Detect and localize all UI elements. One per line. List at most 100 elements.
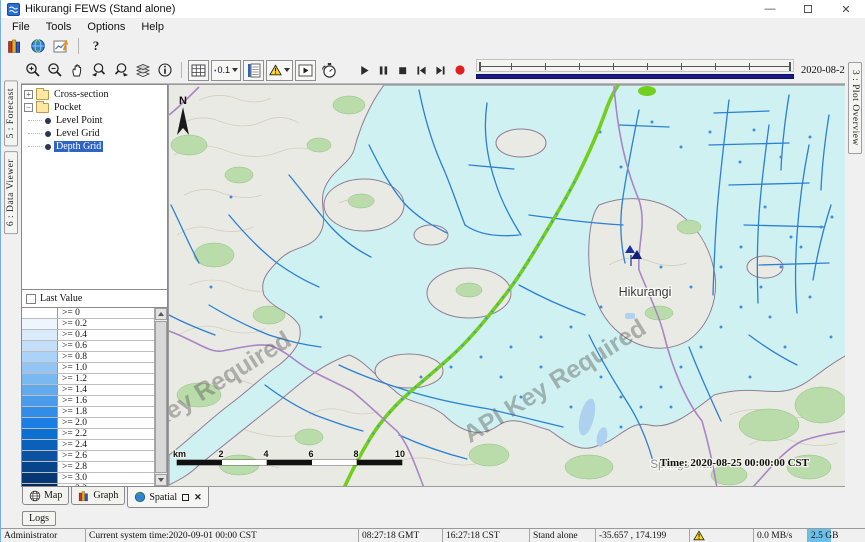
main-toolbar: ? [1,35,865,57]
zoom-in-button[interactable] [23,60,43,80]
report-display-button[interactable] [243,60,264,81]
tree-node-cross-section[interactable]: + Cross-section [24,88,165,101]
tab-maximize-icon[interactable] [182,494,189,501]
timeline-slider[interactable] [476,59,794,81]
scroll-down-icon[interactable] [155,474,167,486]
tab-close-icon[interactable]: ✕ [194,492,202,503]
logs-row: Logs [1,509,865,528]
map-display-button[interactable] [28,36,48,56]
tab-forecast[interactable]: 5 : Forecast [4,80,18,146]
legend-row[interactable]: >= 3.0 [22,473,154,484]
menu-file[interactable]: File [4,20,38,34]
legend-row[interactable]: >= 2.6 [22,451,154,462]
status-user: Administrator [1,529,86,542]
menu-help[interactable]: Help [133,20,172,34]
step-back-button[interactable] [413,60,430,80]
class-break-dropdown[interactable]: 0.1 [211,60,241,81]
stopwatch-icon [321,62,338,79]
legend-swatch [22,374,58,384]
map-canvas: Hikurangi Springs Flat API Key Required … [169,85,845,487]
status-warning-cell[interactable] [690,529,754,542]
database-display-button[interactable] [5,36,25,56]
menubar: File Tools Options Help [1,18,865,35]
tree-node-pocket[interactable]: − Pocket [24,101,165,114]
stop-button[interactable] [394,60,411,80]
animation-button[interactable] [295,60,316,81]
help-button[interactable]: ? [86,36,106,56]
toolbar-separator [78,38,79,54]
legend-swatch [22,330,58,340]
legend-row[interactable]: >= 1.0 [22,363,154,374]
status-gmt-time: 08:27:18 GMT [359,529,443,542]
record-button[interactable] [451,60,468,80]
legend-row[interactable]: >= 1.8 [22,407,154,418]
colored-bars-icon [78,490,90,502]
legend-row[interactable]: >= 0.8 [22,352,154,363]
collapse-icon[interactable]: − [24,103,33,112]
tab-plot-overview[interactable]: 3 : Plot Overview [848,62,862,154]
layers-icon [135,62,151,78]
animation-settings-button[interactable] [318,60,340,80]
thresholds-dropdown[interactable] [266,60,293,81]
legend-row[interactable]: >= 0.2 [22,319,154,330]
play-button[interactable] [356,60,373,80]
zoom-next-button[interactable] [111,60,131,80]
zoom-out-button[interactable] [45,60,65,80]
legend-row[interactable]: >= 0 [22,308,154,319]
legend-swatch [22,418,58,428]
legend-swatch [22,308,58,318]
tree-node-level-point[interactable]: Level Point [24,114,165,127]
scale-unit-label: km [173,449,186,459]
layers-button[interactable] [133,60,153,80]
maximize-icon[interactable] [789,0,827,18]
tab-spatial[interactable]: Spatial ✕ [127,487,208,508]
grid-display-button[interactable] [188,60,209,81]
legend-swatch [22,341,58,351]
legend-value-label: >= 1.4 [58,385,154,395]
legend-row[interactable]: >= 1.2 [22,374,154,385]
legend-row[interactable]: >= 2.2 [22,429,154,440]
tree-node-level-grid[interactable]: Level Grid [24,127,165,140]
legend-scrollbar[interactable] [154,308,167,486]
close-icon[interactable]: ✕ [827,0,865,18]
minimize-icon[interactable]: — [751,0,789,18]
legend-header: Last Value [21,290,168,308]
legend-row[interactable]: >= 0.6 [22,341,154,352]
last-value-checkbox[interactable] [26,294,36,304]
menu-tools[interactable]: Tools [38,20,80,34]
tree-connector [28,146,42,147]
town-label: Hikurangi [619,285,672,299]
step-forward-button[interactable] [432,60,449,80]
globe-icon [30,38,46,54]
legend-swatch [22,484,58,487]
map-toolbar: 0.1 [21,57,845,84]
logs-tab[interactable]: Logs [22,511,56,526]
pan-button[interactable] [67,60,87,80]
spatial-display-button[interactable] [51,36,71,56]
legend-value-label: >= 2.0 [58,418,154,428]
legend-row[interactable]: >= 2.0 [22,418,154,429]
chevron-down-icon [232,68,238,72]
legend-row[interactable]: >= 2.4 [22,440,154,451]
zoom-previous-button[interactable] [89,60,109,80]
menu-options[interactable]: Options [79,20,133,34]
tab-map[interactable]: Map [22,487,69,505]
tree-node-depth-grid[interactable]: Depth Grid [24,140,165,153]
legend-table: >= 0>= 0.2>= 0.4>= 0.6>= 0.8>= 1.0>= 1.2… [21,308,168,487]
tab-data-viewer[interactable]: 6 : Data Viewer [4,151,18,234]
river-channel-branch [638,86,656,96]
legend-row[interactable]: >= 1.4 [22,385,154,396]
legend-value-label: >= 0.6 [58,341,154,351]
tab-graph[interactable]: Graph [71,487,125,505]
legend-row[interactable]: >= 0.4 [22,330,154,341]
map-viewport[interactable]: Hikurangi Springs Flat API Key Required … [168,84,845,487]
legend-row[interactable]: >= 2.8 [22,462,154,473]
scrollbar-thumb[interactable] [155,321,167,473]
legend-row[interactable]: >= 1.6 [22,396,154,407]
info-button[interactable] [155,60,175,80]
expand-icon[interactable]: + [24,90,33,99]
legend-row[interactable]: >= 3.2 [22,484,154,487]
stop-icon [396,64,409,77]
pause-button[interactable] [375,60,392,80]
scroll-up-icon[interactable] [155,308,167,320]
